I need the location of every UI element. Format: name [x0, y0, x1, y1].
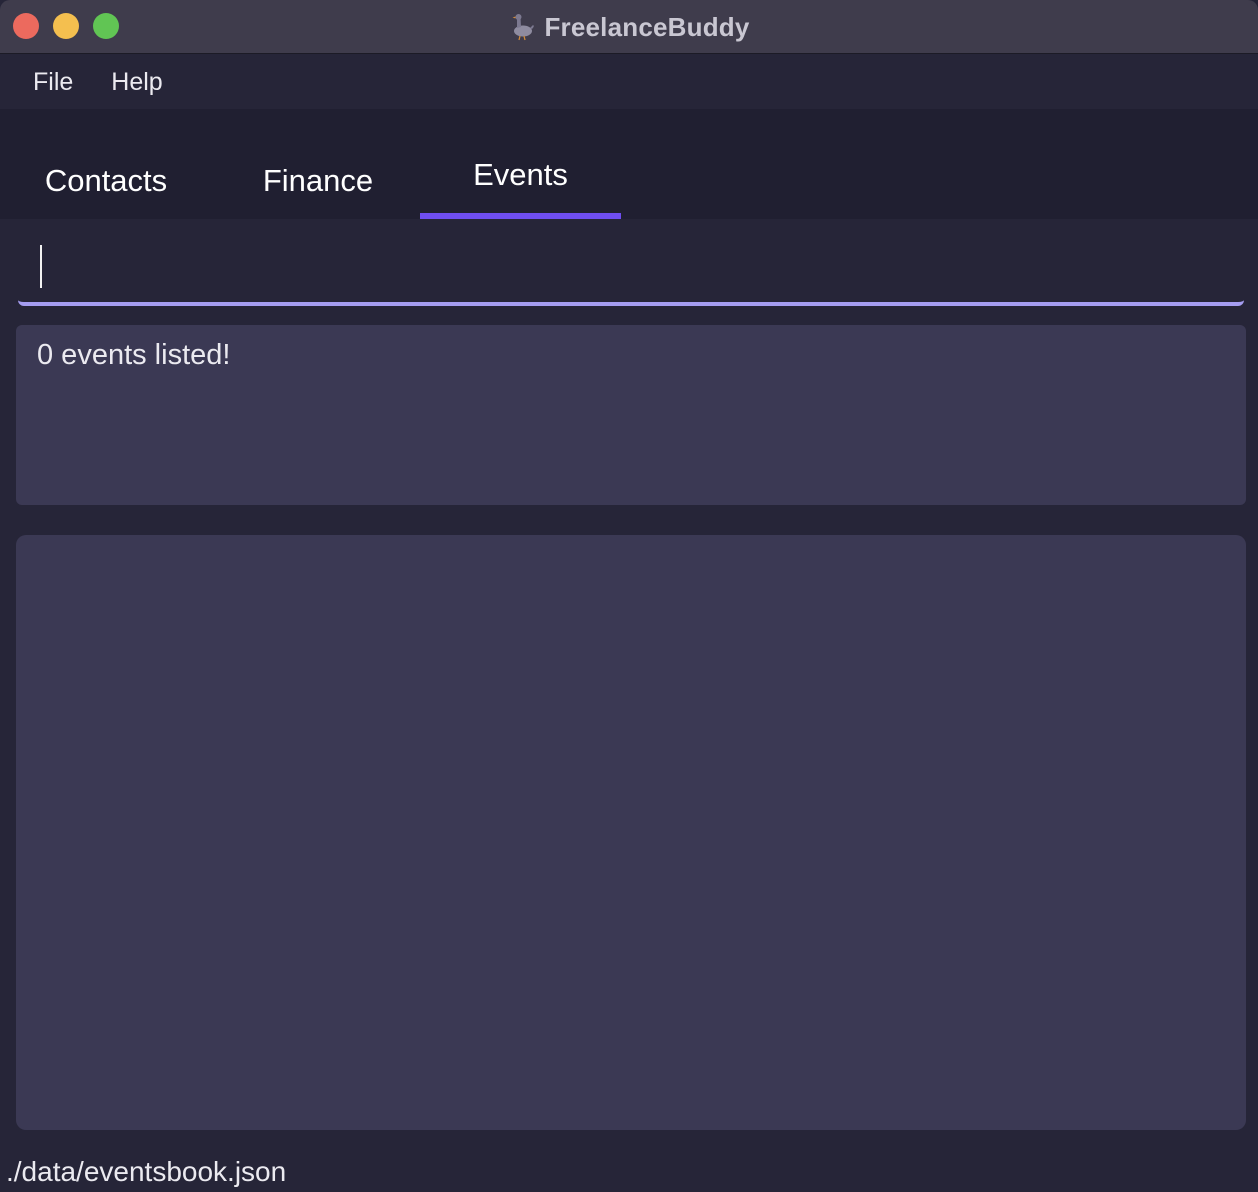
menu-file[interactable]: File	[0, 68, 73, 97]
event-list-panel[interactable]	[16, 535, 1246, 1130]
title-group: FreelanceBuddy	[0, 0, 1258, 54]
command-input[interactable]	[38, 244, 1218, 290]
app-window: FreelanceBuddy File Help Contacts Financ…	[0, 0, 1258, 1192]
status-bar: ./data/eventsbook.json	[0, 1152, 1258, 1192]
tab-contacts-label: Contacts	[44, 163, 168, 198]
title-bar[interactable]: FreelanceBuddy	[0, 0, 1258, 54]
selected-tab-indicator	[420, 213, 621, 219]
menu-bar: File Help	[0, 55, 1258, 109]
tab-events-label: Events	[473, 157, 568, 192]
window-title: FreelanceBuddy	[544, 11, 750, 42]
result-message: 0 events listed!	[37, 339, 231, 371]
result-display: 0 events listed!	[16, 325, 1246, 505]
menu-help[interactable]: Help	[73, 68, 162, 97]
tab-finance-label: Finance	[262, 163, 374, 198]
tab-events[interactable]: Events	[420, 109, 621, 219]
data-file-path: ./data/eventsbook.json	[6, 1156, 287, 1187]
tab-contacts[interactable]: Contacts	[0, 109, 212, 219]
tab-finance[interactable]: Finance	[212, 109, 424, 219]
command-box[interactable]	[18, 236, 1244, 306]
tab-bar: Contacts Finance Events	[0, 109, 1258, 219]
duck-icon	[508, 13, 536, 41]
text-caret	[40, 245, 42, 288]
